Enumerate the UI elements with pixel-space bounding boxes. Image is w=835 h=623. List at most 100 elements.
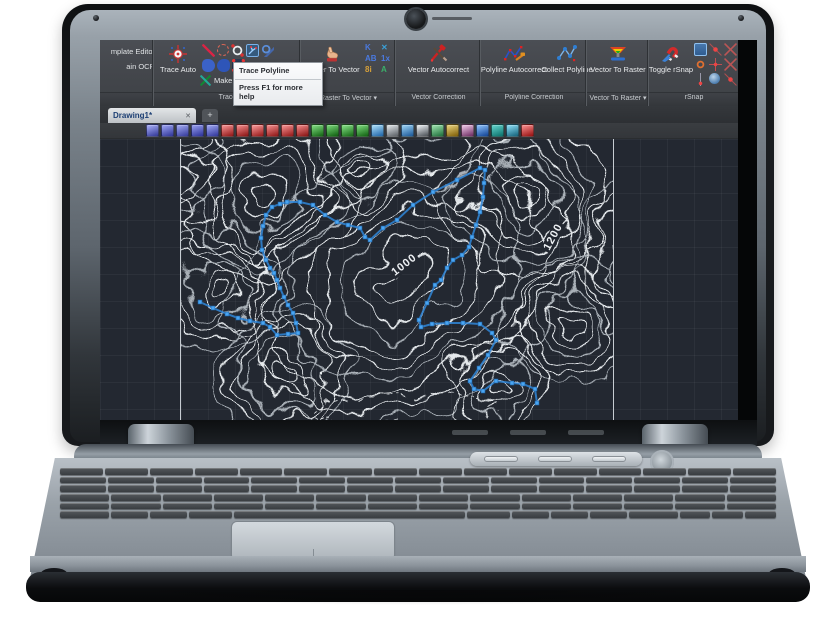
eraser-icon[interactable] xyxy=(461,124,474,137)
clip-raster-icon[interactable] xyxy=(416,124,429,137)
trace-vertex-marker[interactable] xyxy=(445,266,449,270)
trace-vertex-marker[interactable] xyxy=(278,286,282,290)
raster-pick-icon[interactable] xyxy=(296,124,309,137)
trace-vertex-marker[interactable] xyxy=(259,236,263,240)
trace-vertex-marker[interactable] xyxy=(411,203,415,207)
zoom-in-icon[interactable] xyxy=(176,124,189,137)
trace-vertex-marker[interactable] xyxy=(467,245,471,249)
trace-vertex-marker[interactable] xyxy=(521,382,525,386)
trace-hatch-icon[interactable] xyxy=(217,59,230,72)
trace-vertex-marker[interactable] xyxy=(478,166,482,170)
trace-vertex-marker[interactable] xyxy=(439,278,443,282)
trace-vertex-marker[interactable] xyxy=(468,379,472,383)
zoom-out-icon[interactable] xyxy=(191,124,204,137)
rtv-x-icon[interactable]: ✕ xyxy=(381,43,390,53)
trace-vertex-marker[interactable] xyxy=(472,387,476,391)
trace-vertex-marker[interactable] xyxy=(236,316,240,320)
trace-vertex-marker[interactable] xyxy=(494,338,498,342)
raster-scale-icon[interactable] xyxy=(281,124,294,137)
collect-polyline-button[interactable]: Collect Polyline xyxy=(547,40,587,74)
trace-vertex-marker[interactable] xyxy=(477,366,481,370)
select-arrow-icon[interactable] xyxy=(371,124,384,137)
rtv-a-icon[interactable]: A xyxy=(381,65,390,75)
filter-funnel-icon[interactable] xyxy=(491,124,504,137)
rsnap-midpoint-icon[interactable] xyxy=(724,73,737,86)
trace-line-icon[interactable] xyxy=(202,44,215,57)
traced-polyline[interactable] xyxy=(198,166,539,405)
trace-vertex-marker[interactable] xyxy=(481,195,485,199)
trace-vertex-marker[interactable] xyxy=(335,220,339,224)
tab-drawing1[interactable]: Drawing1* ✕ xyxy=(108,108,196,123)
toggle-rsnap-button[interactable]: Toggle rSnap xyxy=(649,40,693,74)
zoom-window-icon[interactable] xyxy=(161,124,174,137)
trace-vertex-marker[interactable] xyxy=(455,178,459,182)
trace-vertex-marker[interactable] xyxy=(482,181,486,185)
trace-vertex-marker[interactable] xyxy=(363,235,367,239)
rsnap-intersection-icon[interactable] xyxy=(724,43,737,56)
trace-vertex-marker[interactable] xyxy=(470,235,474,239)
trace-vertex-marker[interactable] xyxy=(278,202,282,206)
trace-solid-icon[interactable] xyxy=(202,59,215,72)
trace-vertex-marker[interactable] xyxy=(474,223,478,227)
trace-auto-button[interactable]: Trace Auto xyxy=(156,40,200,74)
trace-vertex-marker[interactable] xyxy=(494,379,498,383)
vector-to-raster-button[interactable]: Vector To Raster xyxy=(587,40,649,74)
trace-vertex-marker[interactable] xyxy=(268,325,272,329)
trace-vertex-marker[interactable] xyxy=(261,321,265,325)
trace-vertex-marker[interactable] xyxy=(198,300,202,304)
rtv-key-icon[interactable]: K xyxy=(365,43,377,53)
tab-close-icon[interactable]: ✕ xyxy=(185,112,191,120)
draw-polyline-icon[interactable] xyxy=(326,124,339,137)
rtv-1x-icon[interactable]: 1x xyxy=(381,54,390,64)
drawing-canvas[interactable]: 1000 1200 ✕ ⚙ >_ ▾ ▲ xyxy=(100,139,738,420)
trace-vertex-marker[interactable] xyxy=(270,205,274,209)
trace-vertex-marker[interactable] xyxy=(286,332,290,336)
train-ocr-button[interactable]: ain OCR xyxy=(100,62,153,71)
trace-search-icon[interactable] xyxy=(261,44,274,57)
rsnap-group-label[interactable]: rSnap xyxy=(649,94,738,105)
trace-vertex-marker[interactable] xyxy=(275,333,279,337)
rtv-8i-icon[interactable]: 8i xyxy=(365,65,377,75)
trace-vertex-marker[interactable] xyxy=(486,353,490,357)
trace-vertex-marker[interactable] xyxy=(535,401,539,405)
vector-autocorrect-button[interactable]: Vector Autocorrect xyxy=(396,40,481,74)
trace-vertex-marker[interactable] xyxy=(417,318,421,322)
trace-vertex-marker[interactable] xyxy=(510,381,514,385)
trace-circle-icon[interactable] xyxy=(231,44,244,57)
polyline-correction-group-label[interactable]: Polyline Correction xyxy=(481,94,587,105)
trace-vertex-marker[interactable] xyxy=(395,218,399,222)
trace-vertex-marker[interactable] xyxy=(211,306,215,310)
trace-vertex-marker[interactable] xyxy=(483,168,487,172)
zoom-object-icon[interactable] xyxy=(206,124,219,137)
raster-mirror-icon[interactable] xyxy=(266,124,279,137)
trace-vertex-marker[interactable] xyxy=(225,312,229,316)
rsnap-node-icon[interactable] xyxy=(709,58,722,71)
trace-vertex-marker[interactable] xyxy=(275,278,279,282)
trace-vertex-marker[interactable] xyxy=(298,200,302,204)
trace-vertex-marker[interactable] xyxy=(264,213,268,217)
template-editor-button[interactable]: mplate Editor xyxy=(100,47,153,56)
draw-line-icon[interactable] xyxy=(311,124,324,137)
rsnap-center-icon[interactable] xyxy=(694,58,707,71)
zoom-extents-icon[interactable] xyxy=(146,124,159,137)
trace-vertex-marker[interactable] xyxy=(285,200,289,204)
new-tab-button[interactable]: + xyxy=(202,109,218,122)
trace-vertex-marker[interactable] xyxy=(268,266,272,270)
trace-vertex-marker[interactable] xyxy=(460,253,464,257)
rsnap-endpoint-icon[interactable] xyxy=(709,43,722,56)
vector-to-raster-group-label[interactable]: Vector To Raster ▾ xyxy=(587,94,649,105)
trace-vertex-marker[interactable] xyxy=(296,331,300,335)
rsnap-perpendicular-icon[interactable] xyxy=(694,73,707,86)
trace-vertex-marker[interactable] xyxy=(419,325,423,329)
raster-select-icon[interactable] xyxy=(221,124,234,137)
trace-vertex-marker[interactable] xyxy=(358,226,362,230)
trace-vertex-marker[interactable] xyxy=(481,389,485,393)
image-insert-icon[interactable] xyxy=(431,124,444,137)
trace-vertex-marker[interactable] xyxy=(490,331,494,335)
trace-vertex-marker[interactable] xyxy=(381,226,385,230)
trace-vertex-marker[interactable] xyxy=(282,295,286,299)
trace-vertex-marker[interactable] xyxy=(451,258,455,262)
layers-list-icon[interactable] xyxy=(506,124,519,137)
raster-crop-icon[interactable] xyxy=(236,124,249,137)
trace-vertex-marker[interactable] xyxy=(260,248,264,252)
